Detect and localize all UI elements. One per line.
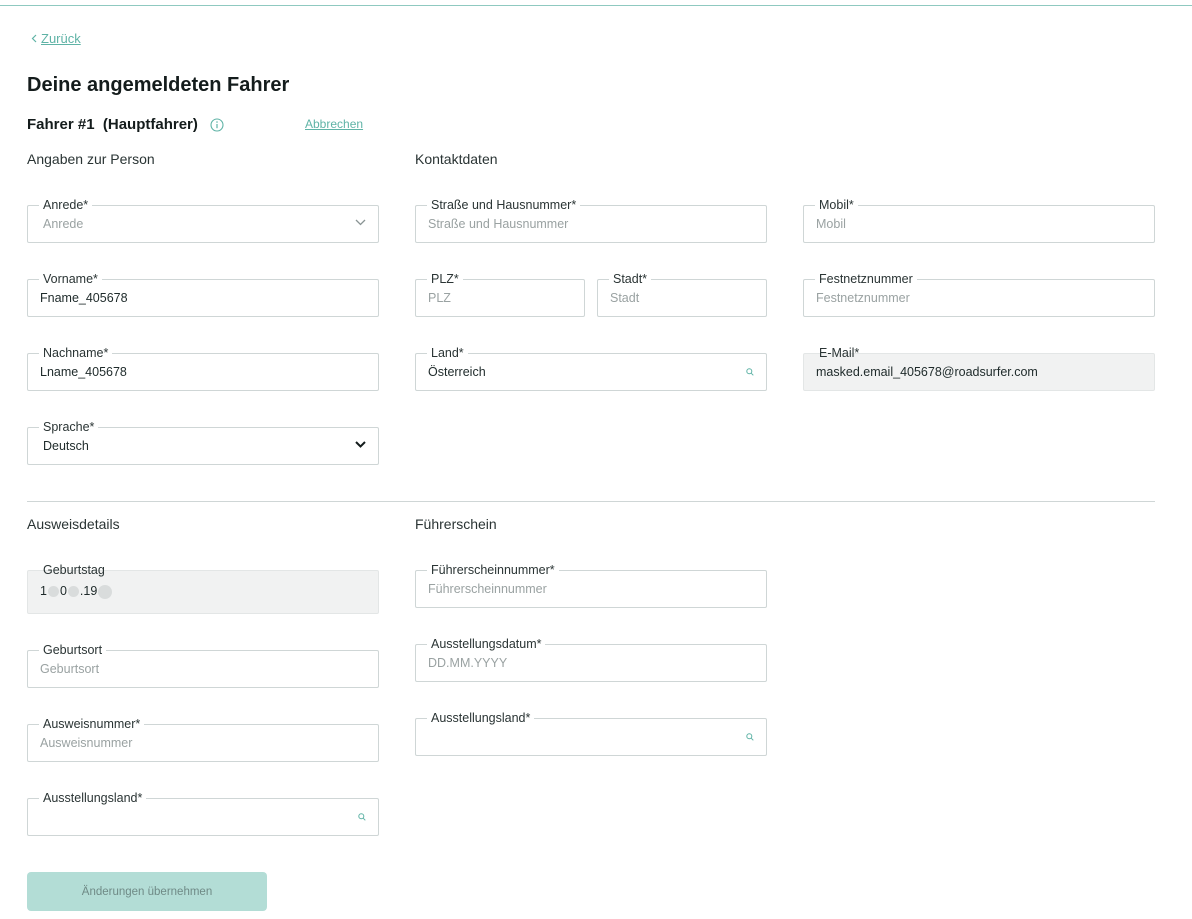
license-issue-date-field[interactable]: Ausstellungsdatum* DD.MM.YYYY xyxy=(415,636,767,682)
submit-changes-button[interactable]: Änderungen übernehmen xyxy=(27,872,267,911)
id-number-label: Ausweisnummer* xyxy=(39,716,145,732)
birthday-value: 1 0.19 xyxy=(40,584,113,599)
mobile-field[interactable]: Mobil* Mobil xyxy=(803,197,1155,243)
birthplace-label: Geburtsort xyxy=(39,642,107,658)
language-label: Sprache* xyxy=(39,419,99,435)
salutation-label: Anrede* xyxy=(39,197,93,213)
id-number-field[interactable]: Ausweisnummer* Ausweisnummer xyxy=(27,716,379,762)
city-value[interactable]: Stadt xyxy=(610,291,639,305)
landline-value[interactable]: Festnetznummer xyxy=(816,291,910,305)
license-number-field[interactable]: Führerscheinnummer* Führerscheinnummer xyxy=(415,562,767,608)
redaction-blur xyxy=(67,586,79,598)
landline-field[interactable]: Festnetznummer Festnetznummer xyxy=(803,271,1155,317)
search-icon xyxy=(746,733,754,741)
back-link[interactable]: Zurück xyxy=(31,31,81,46)
id-number-value[interactable]: Ausweisnummer xyxy=(40,736,132,750)
salutation-value: Anrede xyxy=(43,217,84,231)
license-issuing-country-label: Ausstellungsland* xyxy=(427,710,535,726)
last-name-value[interactable]: Lname_405678 xyxy=(40,365,127,379)
license-number-value[interactable]: Führerscheinnummer xyxy=(428,582,547,596)
search-icon xyxy=(746,368,754,376)
landline-label: Festnetznummer xyxy=(815,271,917,287)
redaction-blur xyxy=(47,586,59,598)
section-title-person: Angaben zur Person xyxy=(27,151,155,167)
birthday-field: Geburtstag 1 0.19 xyxy=(27,563,379,614)
license-issuing-country-field[interactable]: Ausstellungsland* xyxy=(415,710,767,756)
id-issuing-country-label: Ausstellungsland* xyxy=(39,790,147,806)
first-name-field[interactable]: Vorname* Fname_405678 xyxy=(27,271,379,317)
license-issue-date-value[interactable]: DD.MM.YYYY xyxy=(428,656,507,670)
mobile-label: Mobil* xyxy=(815,197,858,213)
license-issue-date-label: Ausstellungsdatum* xyxy=(427,636,546,652)
first-name-value[interactable]: Fname_405678 xyxy=(40,291,128,305)
birthplace-field[interactable]: Geburtsort Geburtsort xyxy=(27,642,379,688)
zip-value[interactable]: PLZ xyxy=(428,291,451,305)
country-field[interactable]: Land* Österreich xyxy=(415,345,767,391)
section-divider xyxy=(27,501,1155,502)
redaction-blur xyxy=(98,584,113,599)
last-name-field[interactable]: Nachname* Lname_405678 xyxy=(27,345,379,391)
city-field[interactable]: Stadt* Stadt xyxy=(597,271,767,317)
chevron-down-icon xyxy=(355,219,366,226)
id-issuing-country-field[interactable]: Ausstellungsland* xyxy=(27,790,379,836)
zip-field[interactable]: PLZ* PLZ xyxy=(415,271,585,317)
salutation-select[interactable]: Anrede* Anrede xyxy=(27,197,379,243)
country-label: Land* xyxy=(427,345,468,361)
chevron-down-icon xyxy=(355,441,366,448)
language-select[interactable]: Sprache* Deutsch xyxy=(27,419,379,465)
birthday-label: Geburtstag xyxy=(43,563,105,577)
last-name-label: Nachname* xyxy=(39,345,113,361)
first-name-label: Vorname* xyxy=(39,271,102,287)
email-value: masked.email_405678@roadsurfer.com xyxy=(816,365,1038,379)
email-field: E-Mail* masked.email_405678@roadsurfer.c… xyxy=(803,346,1155,391)
cancel-link[interactable]: Abbrechen xyxy=(305,117,363,131)
country-value[interactable]: Österreich xyxy=(428,365,486,379)
language-value: Deutsch xyxy=(43,439,89,453)
section-title-license: Führerschein xyxy=(415,516,497,532)
street-field[interactable]: Straße und Hausnummer* Straße und Hausnu… xyxy=(415,197,767,243)
page-title: Deine angemeldeten Fahrer xyxy=(27,74,290,96)
info-icon[interactable] xyxy=(210,117,224,132)
back-link-label[interactable]: Zurück xyxy=(41,31,81,46)
birthplace-value[interactable]: Geburtsort xyxy=(40,662,99,676)
license-number-label: Führerscheinnummer* xyxy=(427,562,559,578)
driver-title: Fahrer #1 (Hauptfahrer) xyxy=(27,116,198,133)
city-label: Stadt* xyxy=(609,271,652,287)
chevron-left-icon xyxy=(31,34,37,43)
zip-label: PLZ* xyxy=(427,271,463,287)
street-value[interactable]: Straße und Hausnummer xyxy=(428,217,568,231)
mobile-value[interactable]: Mobil xyxy=(816,217,846,231)
email-label: E-Mail* xyxy=(819,346,860,360)
top-accent-rule xyxy=(0,5,1192,6)
street-label: Straße und Hausnummer* xyxy=(427,197,581,213)
section-title-id-details: Ausweisdetails xyxy=(27,516,120,532)
section-title-contact: Kontaktdaten xyxy=(415,151,498,167)
driver-header: Fahrer #1 (Hauptfahrer) xyxy=(27,116,224,133)
search-icon xyxy=(358,813,366,821)
